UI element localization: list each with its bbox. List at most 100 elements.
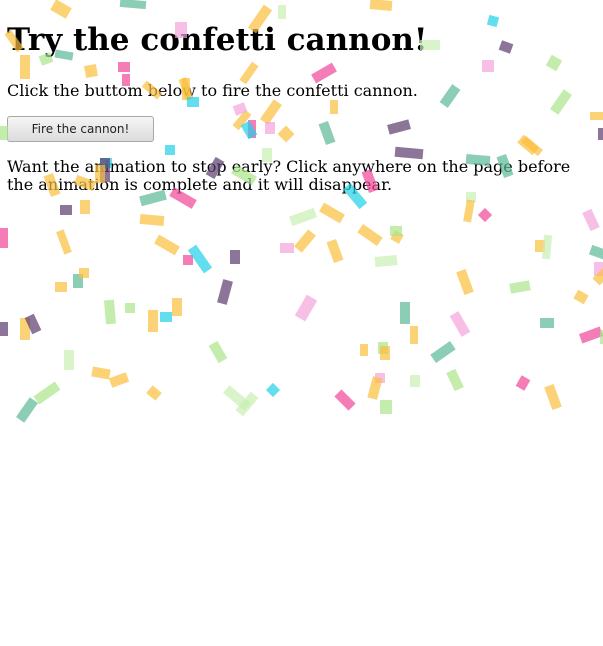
- confetti-piece: [20, 318, 30, 340]
- confetti-piece: [108, 372, 130, 388]
- confetti-piece: [387, 119, 411, 135]
- confetti-piece: [278, 5, 286, 19]
- confetti-piece: [277, 125, 295, 143]
- confetti-piece: [125, 303, 135, 313]
- confetti-piece: [517, 134, 539, 156]
- confetti-piece: [439, 84, 461, 108]
- confetti-piece: [590, 112, 603, 120]
- confetti-piece: [73, 274, 83, 288]
- confetti-piece: [56, 229, 72, 255]
- confetti-piece: [521, 135, 543, 157]
- confetti-piece: [103, 299, 117, 325]
- confetti-piece: [410, 375, 420, 387]
- confetti-piece: [294, 294, 318, 322]
- confetti-piece: [265, 122, 275, 134]
- confetti-piece: [446, 368, 464, 392]
- confetti-piece: [498, 40, 514, 54]
- confetti-piece: [374, 255, 398, 267]
- intro-text: Click the buttom below to fire the confe…: [7, 81, 418, 100]
- confetti-piece: [235, 391, 259, 417]
- confetti-piece: [598, 128, 603, 140]
- confetti-piece: [410, 326, 418, 344]
- confetti-piece: [369, 0, 393, 11]
- confetti-piece: [550, 89, 572, 115]
- confetti-piece: [541, 234, 553, 260]
- confetti-piece: [154, 234, 180, 256]
- confetti-piece: [248, 120, 256, 138]
- confetti-piece: [319, 202, 345, 224]
- confetti-piece: [430, 341, 456, 363]
- confetti-piece: [148, 310, 158, 332]
- confetti-piece: [280, 243, 294, 253]
- confetti-piece: [294, 229, 316, 253]
- confetti-piece: [588, 244, 603, 262]
- confetti-piece: [592, 268, 603, 286]
- confetti-piece: [449, 311, 471, 337]
- confetti-piece: [119, 0, 147, 10]
- confetti-piece: [509, 280, 531, 294]
- confetti-piece: [187, 244, 213, 274]
- confetti-piece: [232, 102, 248, 116]
- confetti-piece: [578, 326, 603, 344]
- confetti-piece: [50, 0, 72, 19]
- confetti-piece: [230, 250, 240, 264]
- confetti-piece: [380, 400, 392, 414]
- confetti-piece: [232, 109, 252, 131]
- stop-early-note: Want the animation to stop early? Click …: [7, 157, 571, 194]
- confetti-piece: [330, 100, 338, 114]
- confetti-piece: [486, 14, 500, 28]
- confetti-piece: [217, 279, 233, 305]
- page[interactable]: Try the confetti cannon! Click the butto…: [0, 0, 603, 646]
- confetti-piece: [545, 54, 563, 72]
- confetti-piece: [594, 262, 603, 276]
- confetti-piece: [463, 199, 475, 223]
- confetti-piece: [260, 99, 282, 125]
- confetti-piece: [33, 381, 61, 405]
- confetti-piece: [0, 322, 8, 336]
- confetti-piece: [482, 60, 494, 72]
- confetti-piece: [139, 213, 165, 227]
- confetti-piece: [165, 145, 175, 155]
- confetti-piece: [79, 268, 89, 278]
- confetti-piece: [477, 207, 493, 223]
- confetti-piece: [55, 282, 67, 292]
- confetti-piece: [360, 344, 368, 356]
- confetti-piece: [60, 205, 72, 215]
- confetti-piece: [265, 382, 281, 398]
- confetti-piece: [400, 302, 410, 324]
- confetti-piece: [357, 224, 383, 246]
- confetti-piece: [375, 373, 385, 383]
- confetti-piece: [208, 340, 228, 364]
- confetti-piece: [240, 120, 258, 140]
- confetti-piece: [378, 342, 388, 354]
- confetti-piece: [183, 255, 193, 265]
- confetti-piece: [390, 230, 404, 244]
- confetti-piece: [16, 397, 38, 423]
- confetti-piece: [540, 318, 554, 328]
- confetti-piece: [24, 313, 42, 335]
- confetti-piece: [367, 376, 383, 400]
- confetti-piece: [64, 350, 74, 370]
- confetti-piece: [334, 389, 356, 411]
- confetti-piece: [160, 312, 172, 322]
- confetti-piece: [573, 289, 589, 305]
- confetti-piece: [118, 62, 130, 72]
- confetti-piece: [326, 238, 344, 264]
- confetti-piece: [318, 120, 336, 146]
- confetti-piece: [0, 228, 8, 248]
- confetti-piece: [223, 385, 251, 411]
- page-title: Try the confetti cannon!: [7, 22, 428, 58]
- confetti-piece: [544, 384, 562, 410]
- confetti-piece: [380, 346, 390, 360]
- confetti-piece: [456, 269, 474, 295]
- confetti-piece: [390, 226, 402, 236]
- fire-cannon-button[interactable]: Fire the cannon!: [7, 116, 154, 142]
- confetti-piece: [582, 208, 600, 232]
- confetti-piece: [535, 240, 545, 252]
- confetti-piece: [289, 207, 317, 227]
- confetti-piece: [91, 366, 111, 380]
- confetti-piece: [80, 200, 90, 214]
- confetti-piece: [172, 298, 182, 316]
- confetti-piece: [84, 64, 98, 78]
- confetti-piece: [146, 385, 162, 401]
